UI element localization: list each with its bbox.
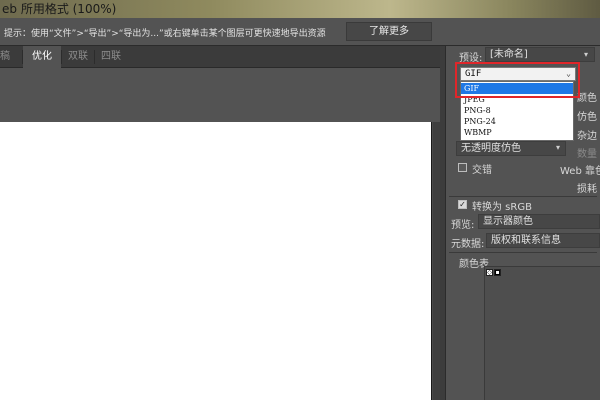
- preview-label: 预览:: [451, 220, 475, 231]
- interlaced-checkbox[interactable]: [458, 163, 467, 172]
- color-swatch-black[interactable]: ▪: [494, 269, 501, 276]
- web-snap-label: Web 靠色: [560, 166, 600, 177]
- hint-bar: 提示：使用“文件”>“导出”>“导出为...”或右键单击某个图层可更快速地导出资…: [0, 18, 600, 46]
- format-option-png24[interactable]: PNG-24: [461, 116, 573, 127]
- window-title: eb 所用格式 (100%): [2, 2, 117, 16]
- matte-label: 杂边: [577, 131, 597, 142]
- lossy-label: 损耗: [577, 184, 597, 195]
- hint-text: 提示：使用“文件”>“导出”>“导出为...”或右键单击某个图层可更快速地导出资…: [4, 29, 326, 39]
- tab-optimized[interactable]: 优化: [23, 46, 61, 68]
- convert-srgb-checkbox[interactable]: ✓: [458, 200, 467, 209]
- tab-4up-label: 四联: [101, 51, 121, 62]
- canvas-top-region: [0, 68, 440, 122]
- color-table[interactable]: ◇ ▪: [484, 266, 600, 400]
- tab-original[interactable]: 原稿: [0, 46, 22, 68]
- tab-original-label: 原稿: [0, 51, 10, 62]
- image-preview[interactable]: [0, 122, 432, 400]
- metadata-value: 版权和联系信息: [491, 235, 561, 246]
- chevron-down-icon: ▾: [584, 50, 589, 59]
- tab-optimized-label: 优化: [32, 51, 52, 62]
- colors-label: 颜色: [577, 93, 597, 104]
- annotation-highlight: [455, 62, 580, 98]
- tab-2up[interactable]: 双联: [62, 46, 94, 68]
- color-swatch-white[interactable]: ◇: [486, 269, 493, 276]
- divider: [449, 252, 597, 253]
- window-title-bar: eb 所用格式 (100%): [0, 0, 600, 18]
- preset-select[interactable]: [未命名]: [485, 47, 595, 62]
- learn-more-button[interactable]: 了解更多: [346, 22, 432, 41]
- preview-canvas-area: [0, 68, 440, 400]
- preview-select[interactable]: 显示器颜色: [478, 214, 600, 229]
- metadata-label: 元数据:: [451, 239, 485, 250]
- transparency-dither-select[interactable]: 无透明度仿色: [456, 141, 566, 156]
- format-option-png8[interactable]: PNG-8: [461, 105, 573, 116]
- preview-value: 显示器颜色: [483, 216, 533, 227]
- interlaced-label: 交错: [472, 165, 492, 176]
- tab-2up-label: 双联: [68, 51, 88, 62]
- preset-value: [未命名]: [490, 49, 528, 60]
- divider: [449, 196, 597, 197]
- format-option-wbmp[interactable]: WBMP: [461, 127, 573, 138]
- dither-label: 仿色: [577, 112, 597, 123]
- view-tabs: 原稿 优化 双联 四联: [0, 46, 440, 68]
- transparency-dither-value: 无透明度仿色: [461, 143, 521, 154]
- chevron-down-icon: ▾: [556, 143, 561, 152]
- amount-label: 数量: [577, 149, 597, 160]
- convert-srgb-label: 转换为 sRGB: [472, 202, 532, 213]
- canvas-scroll-strip[interactable]: [433, 122, 440, 400]
- tab-4up[interactable]: 四联: [95, 46, 127, 68]
- metadata-select[interactable]: 版权和联系信息: [486, 233, 600, 248]
